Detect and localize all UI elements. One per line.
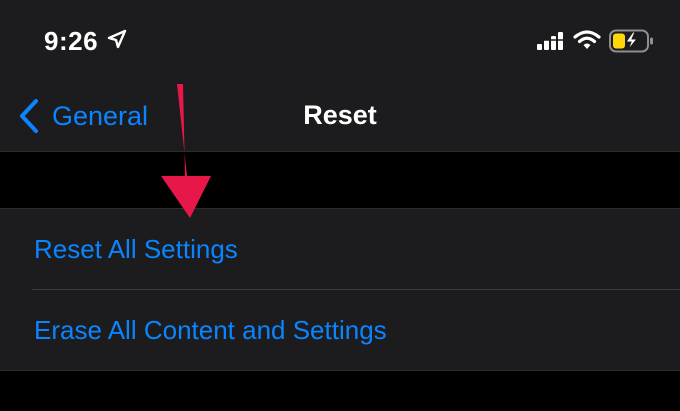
reset-options-group: Reset All Settings Erase All Content and…	[0, 208, 680, 371]
navigation-bar: 9:26 General Reset	[0, 0, 680, 152]
annotation-arrow-icon	[161, 84, 211, 218]
page-title: Reset	[303, 100, 377, 130]
cellular-signal-icon	[536, 32, 564, 50]
reset-all-settings-label: Reset All Settings	[34, 233, 238, 264]
status-time: 9:26	[44, 26, 99, 56]
wifi-icon	[573, 30, 601, 49]
erase-all-content-label: Erase All Content and Settings	[34, 314, 387, 345]
battery-charging-icon	[609, 29, 653, 53]
location-arrow-icon	[107, 29, 127, 49]
erase-all-content-row[interactable]: Erase All Content and Settings	[0, 290, 680, 370]
reset-all-settings-row[interactable]: Reset All Settings	[0, 209, 680, 289]
